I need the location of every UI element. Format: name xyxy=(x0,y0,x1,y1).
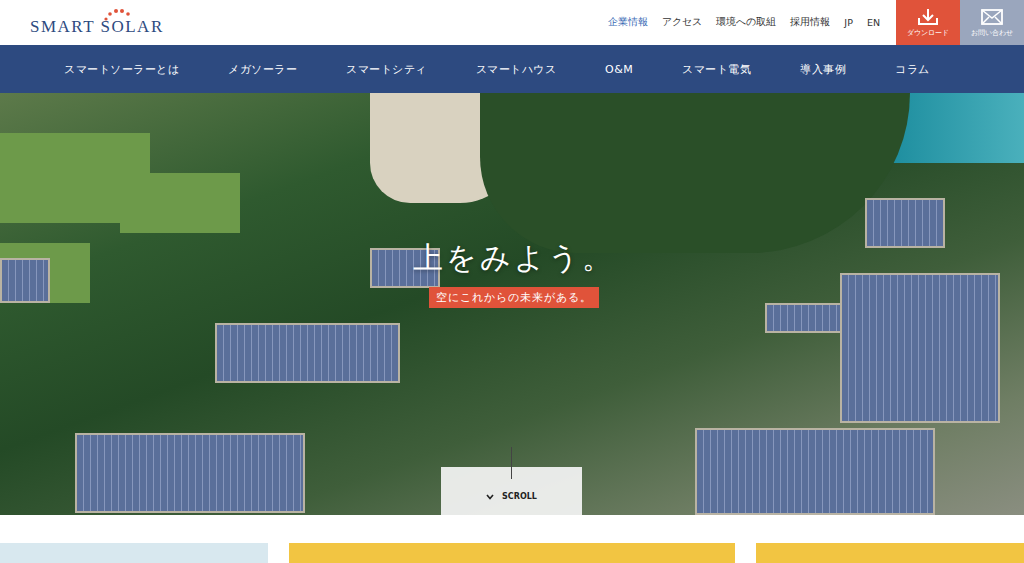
nav-item[interactable]: スマート電気 xyxy=(682,62,751,77)
sun-dots-icon xyxy=(102,8,132,22)
scroll-line xyxy=(511,447,512,479)
field xyxy=(120,173,240,233)
solar-panels xyxy=(695,428,935,515)
banner[interactable] xyxy=(756,543,1024,563)
hero-copy: 上をみよう。空にこれからの未来がある。 xyxy=(0,238,1024,308)
top-link[interactable]: 環境への取組 xyxy=(716,16,776,29)
contact-button[interactable]: お問い合わせ xyxy=(960,0,1024,45)
scroll-label[interactable]: SCROLL xyxy=(502,492,537,501)
top-link[interactable]: 採用情報 xyxy=(790,16,830,29)
top-links: 企業情報 アクセス 環境への取組 採用情報 JP EN xyxy=(608,0,896,45)
logo-text[interactable]: SMART SOLAR xyxy=(30,17,164,37)
tagline: 空にこれからの未来がある。 xyxy=(429,287,599,308)
top-link[interactable]: EN xyxy=(867,17,880,28)
banner[interactable] xyxy=(0,543,268,563)
download-button[interactable]: ダウンロード xyxy=(896,0,960,45)
solar-panels xyxy=(840,273,1000,423)
nav-item[interactable]: コラム xyxy=(895,62,930,77)
top-link[interactable]: アクセス xyxy=(662,16,702,29)
nav-item[interactable]: メガソーラー xyxy=(228,62,297,77)
nav-item[interactable]: O&M xyxy=(605,63,633,76)
nav-item[interactable]: 導入事例 xyxy=(800,62,846,77)
scroll-row[interactable]: SCROLL xyxy=(486,492,537,501)
headline: 上をみよう。 xyxy=(413,238,615,279)
banner[interactable] xyxy=(289,543,735,563)
button-label[interactable]: ダウンロード xyxy=(907,29,949,38)
hero-photo: 上をみよう。空にこれからの未来がある。 SCROLL xyxy=(0,93,1024,515)
banner-row xyxy=(0,515,1024,563)
mail-icon xyxy=(980,8,1004,26)
solar-panels xyxy=(215,323,400,383)
solar-panels xyxy=(0,258,50,303)
nav-item[interactable]: スマートソーラーとは xyxy=(64,62,179,77)
download-icon xyxy=(917,8,939,26)
solar-panels xyxy=(75,433,305,513)
spacer xyxy=(164,0,609,45)
chevron-down-icon xyxy=(486,494,494,500)
nav-item[interactable]: スマートシティ xyxy=(346,62,427,77)
scroll-button[interactable]: SCROLL xyxy=(441,467,582,515)
top-link[interactable]: JP xyxy=(844,17,853,28)
top-link[interactable]: 企業情報 xyxy=(608,16,648,29)
button-label[interactable]: お問い合わせ xyxy=(971,29,1013,38)
logo[interactable]: SMART SOLAR xyxy=(0,0,164,45)
top-bar: SMART SOLAR 企業情報 アクセス 環境への取組 採用情報 JP EN ダウンロード お… xyxy=(0,0,1024,45)
nav-item[interactable]: スマートハウス xyxy=(476,62,557,77)
main-nav: スマートソーラーとは メガソーラー スマートシティ スマートハウス O&M スマート電気 導… xyxy=(0,45,1024,93)
forest xyxy=(480,93,910,253)
solar-panels xyxy=(865,198,945,248)
